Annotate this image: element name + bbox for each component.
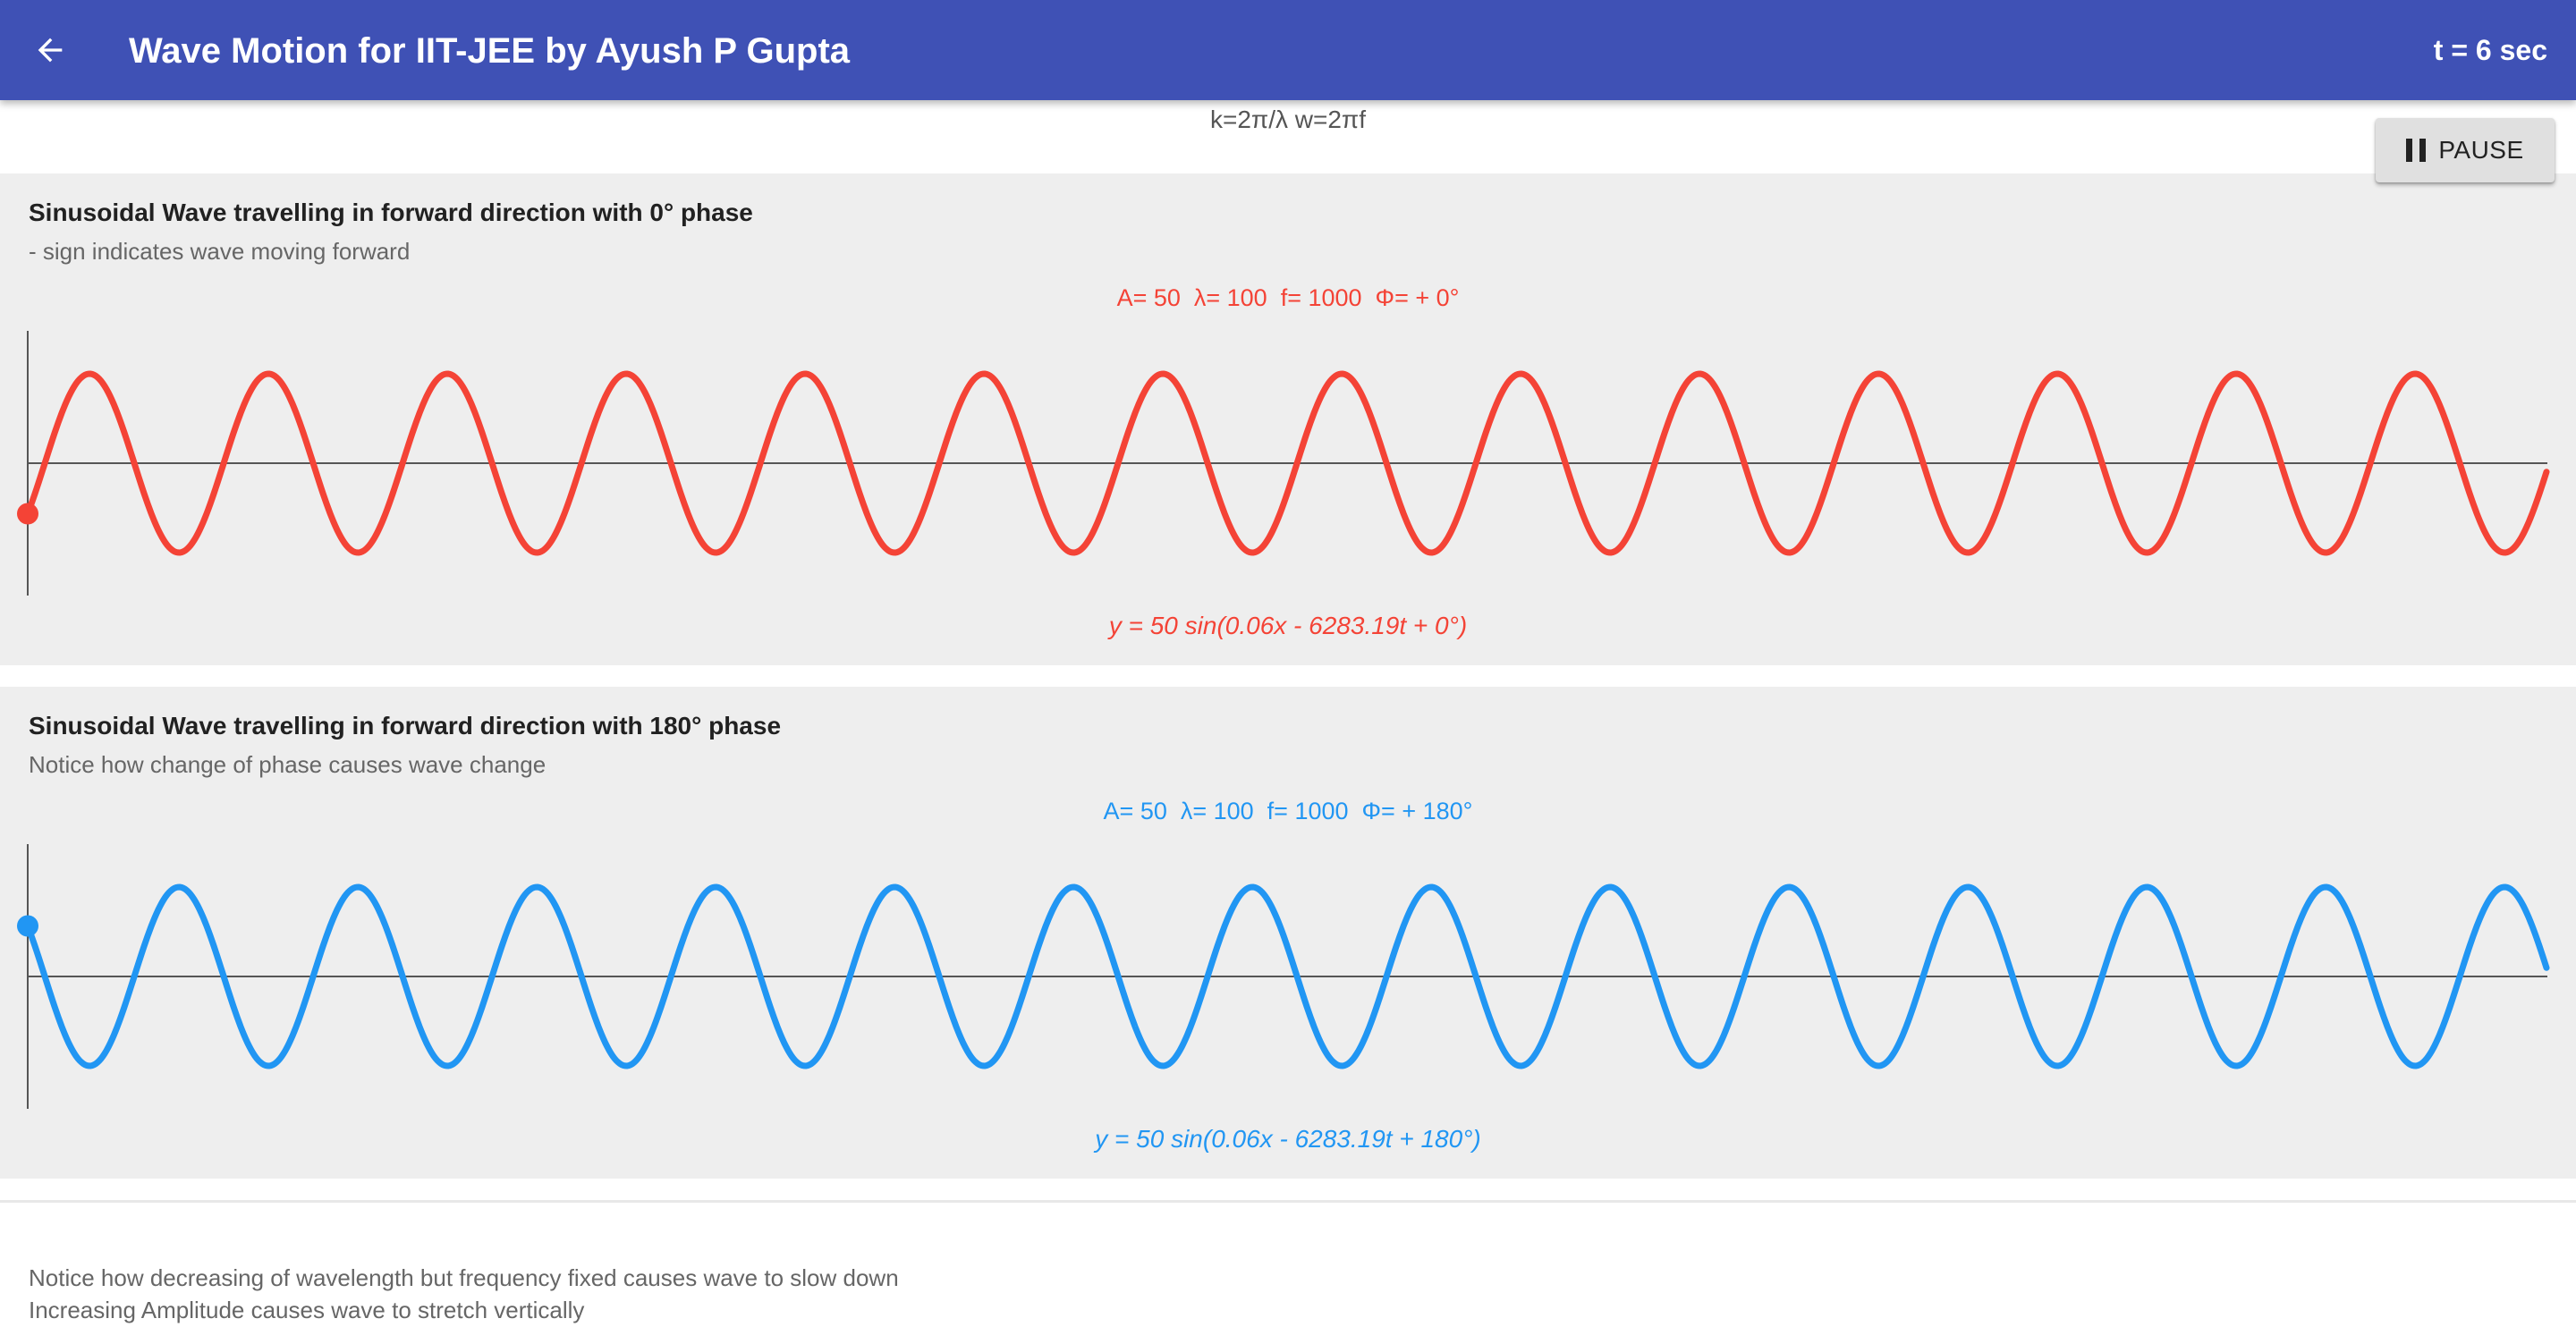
pause-button-label: PAUSE <box>2438 136 2524 164</box>
particle-marker <box>17 503 38 525</box>
wave-card-phase-0: Sinusoidal Wave travelling in forward di… <box>0 173 2576 665</box>
app-bar: Wave Motion for IIT-JEE by Ayush P Gupta… <box>0 0 2576 100</box>
timer-display: t = 6 sec <box>2433 34 2547 66</box>
formula-reference: k=2π/λ w=2πf <box>1209 106 1367 133</box>
wave-plot <box>17 844 2550 1109</box>
wave-equation: y = 50 sin(0.06x - 6283.19t + 0°) <box>1108 612 1468 639</box>
pause-icon <box>2406 139 2427 162</box>
note-text: Increasing Amplitude causes wave to stre… <box>29 1297 585 1323</box>
back-button[interactable] <box>21 21 79 79</box>
wave-equation: y = 50 sin(0.06x - 6283.19t + 180°) <box>1095 1125 1481 1153</box>
pause-button[interactable]: PAUSE <box>2376 118 2555 182</box>
wave-plot <box>17 331 2550 596</box>
arrow-back-icon <box>38 38 63 63</box>
section-divider <box>0 1200 2576 1203</box>
note-text: Notice how decreasing of wavelength but … <box>29 1264 899 1291</box>
app-title: Wave Motion for IIT-JEE by Ayush P Gupta <box>129 31 851 71</box>
wave-card-phase-180: Sinusoidal Wave travelling in forward di… <box>0 687 2576 1179</box>
particle-marker <box>17 915 38 937</box>
